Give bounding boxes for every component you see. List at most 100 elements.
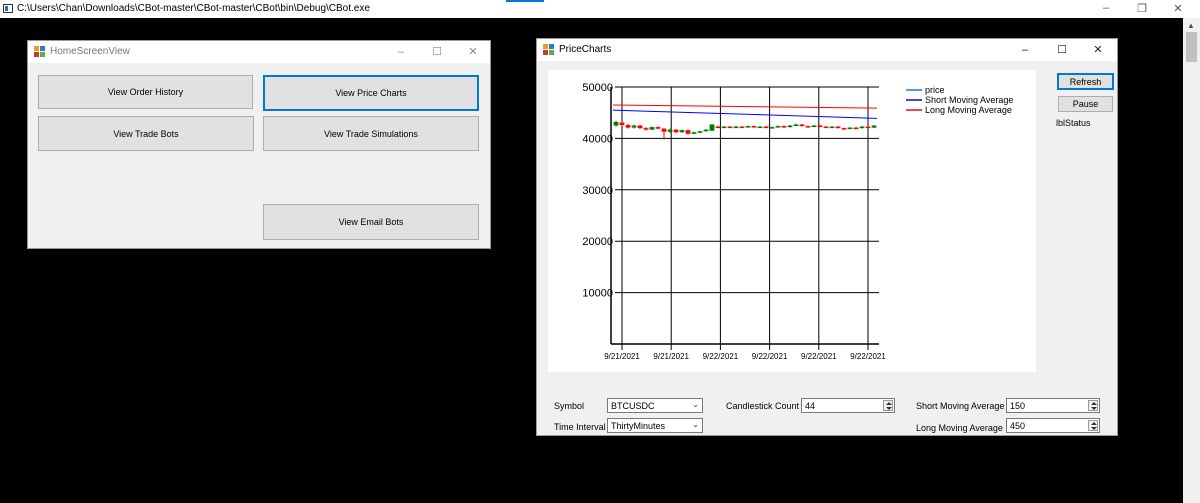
candle-body — [739, 126, 745, 129]
price-chart-canvas: 10000 20000 30000 40000 50000 9/21/2021 9/21/2… — [582, 82, 1013, 361]
candle-body — [853, 127, 859, 130]
candle-body — [781, 126, 787, 128]
time-interval-label: Time Interval — [554, 422, 606, 432]
maximize-icon[interactable]: ☐ — [428, 44, 446, 60]
candle-body — [631, 125, 637, 128]
candle-body — [613, 121, 619, 126]
chevron-down-icon[interactable]: ⌄ — [692, 420, 699, 429]
short-moving-average-stepper[interactable]: 150 — [1006, 398, 1100, 413]
candle-body — [667, 129, 673, 132]
symbol-value: BTCUSDC — [611, 401, 655, 411]
legend-label: price — [925, 85, 945, 95]
minimize-icon[interactable]: – — [392, 44, 410, 60]
console-scrollbar[interactable]: ▲ — [1183, 18, 1200, 503]
app-icon — [34, 46, 45, 57]
candle-body — [703, 129, 709, 132]
taskbar-indicator — [506, 0, 544, 2]
close-icon[interactable]: ✕ — [464, 44, 482, 60]
maximize-icon[interactable]: ☐ — [1053, 42, 1071, 58]
long-moving-average-label: Long Moving Average — [916, 423, 1003, 433]
candle-body — [661, 128, 667, 132]
price-charts-window-title: PriceCharts — [559, 44, 612, 55]
console-title-bar: C:\Users\Chan\Downloads\CBot-master\CBot… — [0, 0, 1200, 18]
candle-body — [733, 126, 739, 129]
y-tick-label: 40000 — [582, 133, 613, 145]
candle-body — [751, 126, 757, 128]
time-interval-value: ThirtyMinutes — [611, 421, 666, 431]
legend-label: Long Moving Average — [925, 105, 1012, 115]
price-charts-title-bar: PriceCharts – ☐ ✕ — [537, 39, 1117, 61]
x-tick-label: 9/22/2021 — [703, 352, 739, 361]
candle-body — [847, 127, 853, 130]
restore-icon[interactable]: ❐ — [1132, 2, 1152, 15]
candlestick-count-value: 44 — [805, 401, 816, 411]
candle-body — [811, 125, 817, 128]
candle-body — [715, 126, 721, 129]
candle-body — [841, 128, 847, 130]
candle-body — [757, 126, 763, 129]
candle-body — [805, 126, 811, 128]
candle-body — [655, 127, 661, 129]
pause-button[interactable]: Pause — [1058, 96, 1113, 112]
candle-body — [643, 128, 649, 130]
app-icon — [543, 44, 554, 55]
candle-body — [775, 126, 781, 128]
spinner-icon[interactable] — [883, 400, 893, 411]
y-tick-label: 20000 — [582, 236, 613, 248]
candle-body — [619, 122, 625, 126]
symbol-combo[interactable]: BTCUSDC ⌄ — [607, 398, 703, 413]
y-tick-label: 30000 — [582, 185, 613, 197]
candle-body — [709, 124, 715, 131]
view-trade-simulations-button[interactable]: View Trade Simulations — [263, 116, 479, 151]
legend-label: Short Moving Average — [925, 95, 1013, 105]
candle-body — [673, 129, 679, 133]
refresh-button[interactable]: Refresh — [1057, 73, 1114, 90]
candle-body — [865, 126, 871, 129]
y-tick-label: 10000 — [582, 288, 613, 300]
candlestick-count-stepper[interactable]: 44 — [801, 398, 895, 413]
long-moving-average-stepper[interactable]: 450 — [1006, 418, 1100, 433]
x-tick-label: 9/22/2021 — [850, 352, 886, 361]
candle-body — [823, 126, 829, 129]
scroll-up-icon[interactable]: ▲ — [1187, 21, 1195, 30]
candlestick-count-label: Candlestick Count — [726, 401, 800, 411]
chevron-down-icon[interactable]: ⌄ — [692, 400, 699, 409]
candle-body — [769, 127, 775, 129]
candle-body — [859, 126, 865, 129]
candle-body — [637, 125, 643, 129]
candle-body — [727, 126, 733, 129]
spinner-icon[interactable] — [1088, 400, 1098, 411]
short-moving-average-line — [612, 109, 878, 119]
x-tick-label: 9/21/2021 — [653, 352, 689, 361]
console-app-icon — [3, 4, 13, 13]
candle-body — [787, 125, 793, 128]
short-moving-average-value: 150 — [1010, 401, 1026, 411]
y-tick-label: 50000 — [582, 82, 613, 94]
candle-body — [829, 126, 835, 129]
view-price-charts-button[interactable]: View Price Charts — [263, 75, 479, 111]
candle-body — [871, 125, 877, 128]
view-trade-bots-button[interactable]: View Trade Bots — [38, 116, 254, 151]
candle-body — [835, 126, 841, 129]
view-order-history-button[interactable]: View Order History — [38, 75, 253, 109]
price-charts-window: PriceCharts – ☐ ✕ 10000 20000 30000 40000 50… — [536, 38, 1118, 436]
home-window-title: HomeScreenView — [50, 46, 130, 57]
candle-body — [745, 126, 751, 128]
close-icon[interactable]: ✕ — [1168, 2, 1188, 15]
candle-body — [763, 126, 769, 129]
spinner-icon[interactable] — [1088, 420, 1098, 431]
candle-body — [721, 126, 727, 129]
candle-body — [649, 127, 655, 130]
x-tick-label: 9/22/2021 — [801, 352, 837, 361]
long-moving-average-line — [612, 104, 878, 109]
candle-body — [817, 125, 823, 128]
candle-body — [685, 130, 691, 134]
view-email-bots-button[interactable]: View Email Bots — [263, 204, 479, 240]
close-icon[interactable]: ✕ — [1089, 42, 1107, 58]
minimize-icon[interactable]: – — [1016, 42, 1034, 58]
time-interval-combo[interactable]: ThirtyMinutes ⌄ — [607, 418, 703, 433]
candle-body — [793, 124, 799, 127]
minimize-icon[interactable]: – — [1096, 2, 1116, 14]
short-moving-average-label: Short Moving Average — [916, 401, 1005, 411]
scroll-thumb[interactable] — [1186, 32, 1197, 62]
